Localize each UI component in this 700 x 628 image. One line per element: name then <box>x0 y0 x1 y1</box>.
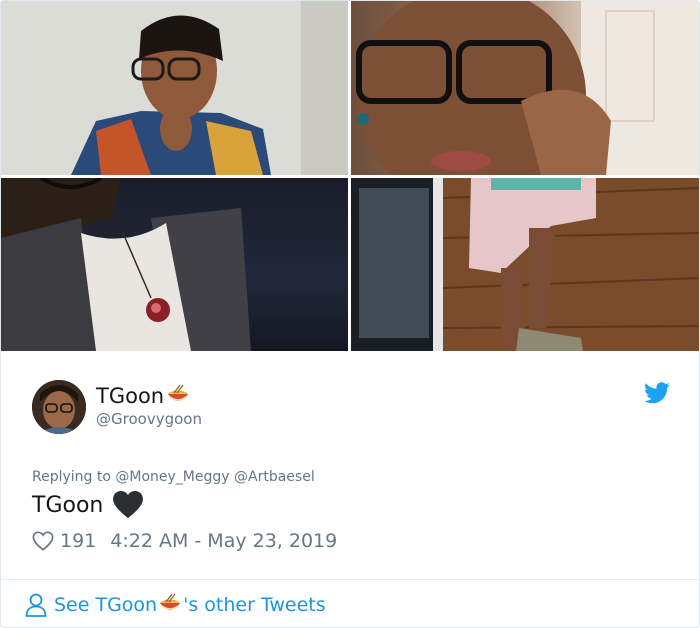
person-icon <box>25 593 47 617</box>
avatar[interactable] <box>32 380 86 434</box>
black-heart-icon <box>113 491 144 519</box>
tweet-photo-1[interactable] <box>1 1 348 175</box>
tweet-body: TGoon <box>32 491 144 519</box>
twitter-bird-icon[interactable] <box>644 382 670 404</box>
like-count[interactable]: 191 <box>60 530 96 552</box>
replying-to-line: Replying to @Money_Meggy @Artbaesel <box>32 469 315 485</box>
tweet-author-header: TGoon @Groovygoon <box>32 380 672 436</box>
tweet-meta-row: 191 4:22 AM - May 23, 2019 <box>32 529 337 553</box>
footer-divider <box>1 579 699 580</box>
see-other-tweets-suffix[interactable]: 's other Tweets <box>183 594 326 616</box>
see-other-tweets-prefix[interactable]: See TGoon <box>54 594 157 616</box>
author-name-row[interactable]: TGoon <box>96 383 190 409</box>
embedded-tweet-card: TGoon @Groovygoon Replying to @Money_Meg… <box>0 0 700 628</box>
ramen-bowl-icon <box>168 384 189 401</box>
media-grid <box>1 1 699 351</box>
ramen-bowl-icon <box>160 593 181 610</box>
tweet-timestamp[interactable]: 4:22 AM - May 23, 2019 <box>110 530 337 552</box>
tweet-photo-4[interactable] <box>351 178 699 351</box>
tweet-photo-2[interactable] <box>351 1 699 175</box>
replying-to-label: Replying to <box>32 469 111 485</box>
tweet-photo-3[interactable] <box>1 178 348 351</box>
heart-outline-icon[interactable] <box>32 530 54 552</box>
author-handle[interactable]: @Groovygoon <box>96 410 202 428</box>
tweet-text: TGoon <box>32 492 104 518</box>
see-other-tweets-link[interactable]: See TGoon 's other Tweets <box>25 591 326 619</box>
mention-link[interactable]: @Money_Meggy <box>115 469 229 485</box>
mention-link[interactable]: @Artbaesel <box>234 469 315 485</box>
author-display-name[interactable]: TGoon <box>96 384 164 408</box>
